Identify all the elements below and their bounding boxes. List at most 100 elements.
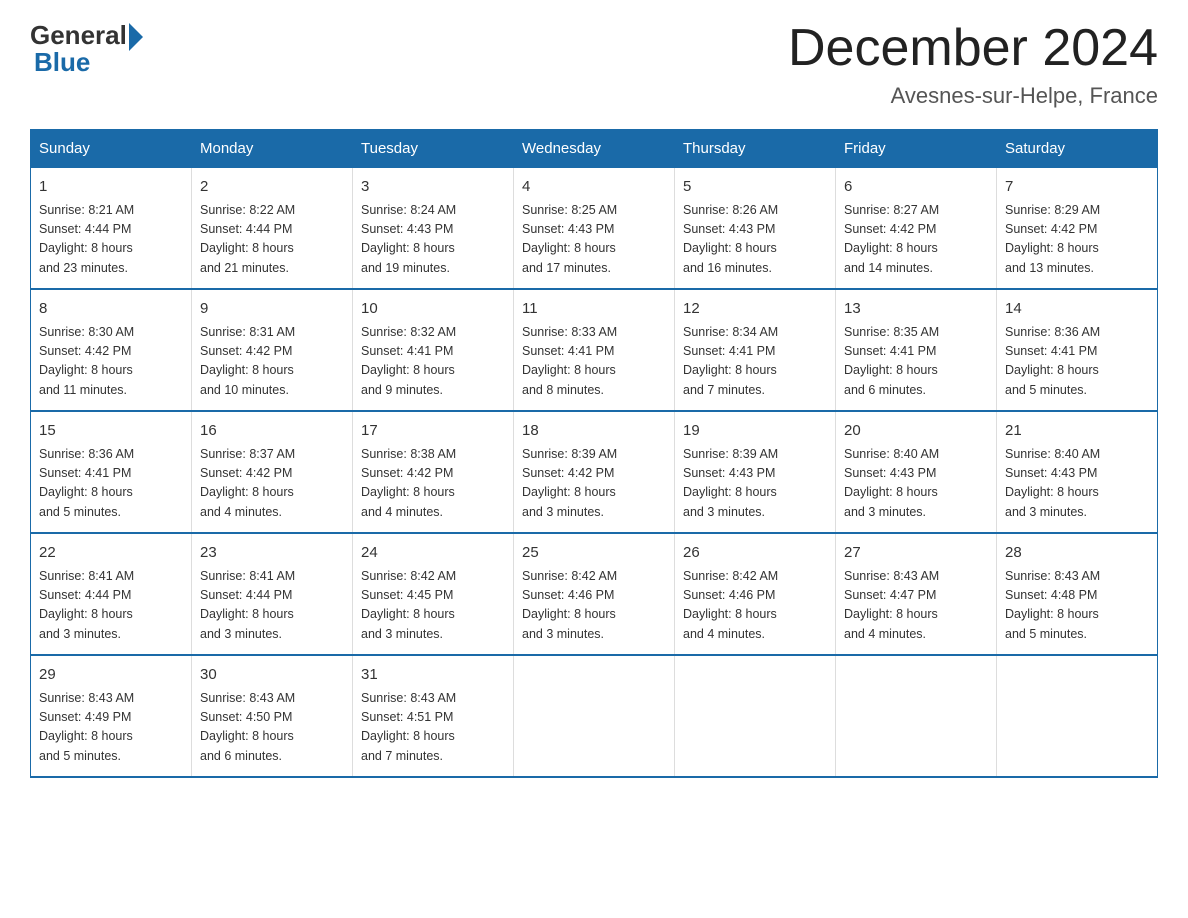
location-subtitle: Avesnes-sur-Helpe, France [788, 83, 1158, 109]
calendar-week-5: 29Sunrise: 8:43 AMSunset: 4:49 PMDayligh… [31, 655, 1158, 777]
day-number: 8 [39, 298, 183, 321]
day-number: 12 [683, 298, 827, 321]
calendar-cell: 5Sunrise: 8:26 AMSunset: 4:43 PMDaylight… [675, 168, 836, 290]
day-info: Sunrise: 8:24 AMSunset: 4:43 PMDaylight:… [361, 201, 505, 279]
calendar-cell: 17Sunrise: 8:38 AMSunset: 4:42 PMDayligh… [353, 411, 514, 533]
calendar-cell [836, 655, 997, 777]
day-info: Sunrise: 8:42 AMSunset: 4:46 PMDaylight:… [522, 567, 666, 645]
calendar-cell: 28Sunrise: 8:43 AMSunset: 4:48 PMDayligh… [997, 533, 1158, 655]
day-info: Sunrise: 8:25 AMSunset: 4:43 PMDaylight:… [522, 201, 666, 279]
day-info: Sunrise: 8:43 AMSunset: 4:50 PMDaylight:… [200, 689, 344, 767]
day-number: 26 [683, 542, 827, 565]
calendar-cell: 20Sunrise: 8:40 AMSunset: 4:43 PMDayligh… [836, 411, 997, 533]
day-number: 2 [200, 176, 344, 199]
day-info: Sunrise: 8:42 AMSunset: 4:46 PMDaylight:… [683, 567, 827, 645]
day-info: Sunrise: 8:39 AMSunset: 4:42 PMDaylight:… [522, 445, 666, 523]
day-info: Sunrise: 8:26 AMSunset: 4:43 PMDaylight:… [683, 201, 827, 279]
day-number: 19 [683, 420, 827, 443]
day-number: 1 [39, 176, 183, 199]
calendar-cell: 15Sunrise: 8:36 AMSunset: 4:41 PMDayligh… [31, 411, 192, 533]
calendar-cell: 19Sunrise: 8:39 AMSunset: 4:43 PMDayligh… [675, 411, 836, 533]
calendar-cell: 1Sunrise: 8:21 AMSunset: 4:44 PMDaylight… [31, 168, 192, 290]
calendar-week-4: 22Sunrise: 8:41 AMSunset: 4:44 PMDayligh… [31, 533, 1158, 655]
calendar-week-2: 8Sunrise: 8:30 AMSunset: 4:42 PMDaylight… [31, 289, 1158, 411]
calendar-cell: 2Sunrise: 8:22 AMSunset: 4:44 PMDaylight… [192, 168, 353, 290]
day-number: 17 [361, 420, 505, 443]
day-number: 31 [361, 664, 505, 687]
day-info: Sunrise: 8:34 AMSunset: 4:41 PMDaylight:… [683, 323, 827, 401]
calendar-cell: 26Sunrise: 8:42 AMSunset: 4:46 PMDayligh… [675, 533, 836, 655]
day-info: Sunrise: 8:40 AMSunset: 4:43 PMDaylight:… [844, 445, 988, 523]
calendar-cell: 25Sunrise: 8:42 AMSunset: 4:46 PMDayligh… [514, 533, 675, 655]
day-info: Sunrise: 8:33 AMSunset: 4:41 PMDaylight:… [522, 323, 666, 401]
day-info: Sunrise: 8:30 AMSunset: 4:42 PMDaylight:… [39, 323, 183, 401]
day-info: Sunrise: 8:22 AMSunset: 4:44 PMDaylight:… [200, 201, 344, 279]
day-info: Sunrise: 8:40 AMSunset: 4:43 PMDaylight:… [1005, 445, 1149, 523]
day-number: 22 [39, 542, 183, 565]
day-info: Sunrise: 8:43 AMSunset: 4:47 PMDaylight:… [844, 567, 988, 645]
column-header-thursday: Thursday [675, 130, 836, 168]
day-info: Sunrise: 8:21 AMSunset: 4:44 PMDaylight:… [39, 201, 183, 279]
column-header-monday: Monday [192, 130, 353, 168]
calendar-cell: 16Sunrise: 8:37 AMSunset: 4:42 PMDayligh… [192, 411, 353, 533]
calendar-cell: 8Sunrise: 8:30 AMSunset: 4:42 PMDaylight… [31, 289, 192, 411]
logo-triangle-icon [129, 23, 143, 51]
day-info: Sunrise: 8:39 AMSunset: 4:43 PMDaylight:… [683, 445, 827, 523]
page-header: General Blue December 2024 Avesnes-sur-H… [30, 20, 1158, 109]
calendar-cell: 13Sunrise: 8:35 AMSunset: 4:41 PMDayligh… [836, 289, 997, 411]
day-number: 27 [844, 542, 988, 565]
day-number: 7 [1005, 176, 1149, 199]
day-number: 11 [522, 298, 666, 321]
calendar-week-3: 15Sunrise: 8:36 AMSunset: 4:41 PMDayligh… [31, 411, 1158, 533]
calendar-cell: 4Sunrise: 8:25 AMSunset: 4:43 PMDaylight… [514, 168, 675, 290]
calendar-cell: 27Sunrise: 8:43 AMSunset: 4:47 PMDayligh… [836, 533, 997, 655]
day-info: Sunrise: 8:43 AMSunset: 4:49 PMDaylight:… [39, 689, 183, 767]
day-number: 4 [522, 176, 666, 199]
calendar-cell: 3Sunrise: 8:24 AMSunset: 4:43 PMDaylight… [353, 168, 514, 290]
day-number: 21 [1005, 420, 1149, 443]
day-info: Sunrise: 8:36 AMSunset: 4:41 PMDaylight:… [39, 445, 183, 523]
logo-blue-text: Blue [34, 47, 90, 78]
day-number: 25 [522, 542, 666, 565]
day-info: Sunrise: 8:41 AMSunset: 4:44 PMDaylight:… [39, 567, 183, 645]
day-number: 10 [361, 298, 505, 321]
calendar-cell: 21Sunrise: 8:40 AMSunset: 4:43 PMDayligh… [997, 411, 1158, 533]
day-info: Sunrise: 8:41 AMSunset: 4:44 PMDaylight:… [200, 567, 344, 645]
calendar-cell: 12Sunrise: 8:34 AMSunset: 4:41 PMDayligh… [675, 289, 836, 411]
day-number: 23 [200, 542, 344, 565]
calendar-cell: 29Sunrise: 8:43 AMSunset: 4:49 PMDayligh… [31, 655, 192, 777]
calendar-cell [675, 655, 836, 777]
day-number: 28 [1005, 542, 1149, 565]
day-number: 24 [361, 542, 505, 565]
day-info: Sunrise: 8:27 AMSunset: 4:42 PMDaylight:… [844, 201, 988, 279]
calendar-cell: 10Sunrise: 8:32 AMSunset: 4:41 PMDayligh… [353, 289, 514, 411]
column-header-wednesday: Wednesday [514, 130, 675, 168]
calendar-cell: 7Sunrise: 8:29 AMSunset: 4:42 PMDaylight… [997, 168, 1158, 290]
day-info: Sunrise: 8:43 AMSunset: 4:48 PMDaylight:… [1005, 567, 1149, 645]
calendar-cell: 23Sunrise: 8:41 AMSunset: 4:44 PMDayligh… [192, 533, 353, 655]
day-info: Sunrise: 8:38 AMSunset: 4:42 PMDaylight:… [361, 445, 505, 523]
calendar-cell [514, 655, 675, 777]
column-header-saturday: Saturday [997, 130, 1158, 168]
day-number: 9 [200, 298, 344, 321]
column-header-friday: Friday [836, 130, 997, 168]
day-number: 5 [683, 176, 827, 199]
day-number: 29 [39, 664, 183, 687]
day-number: 16 [200, 420, 344, 443]
calendar-cell: 18Sunrise: 8:39 AMSunset: 4:42 PMDayligh… [514, 411, 675, 533]
column-header-sunday: Sunday [31, 130, 192, 168]
calendar-cell: 6Sunrise: 8:27 AMSunset: 4:42 PMDaylight… [836, 168, 997, 290]
title-section: December 2024 Avesnes-sur-Helpe, France [788, 20, 1158, 109]
day-number: 13 [844, 298, 988, 321]
calendar-header-row: SundayMondayTuesdayWednesdayThursdayFrid… [31, 130, 1158, 168]
day-info: Sunrise: 8:29 AMSunset: 4:42 PMDaylight:… [1005, 201, 1149, 279]
day-number: 15 [39, 420, 183, 443]
calendar-table: SundayMondayTuesdayWednesdayThursdayFrid… [30, 129, 1158, 778]
calendar-cell: 30Sunrise: 8:43 AMSunset: 4:50 PMDayligh… [192, 655, 353, 777]
calendar-cell: 24Sunrise: 8:42 AMSunset: 4:45 PMDayligh… [353, 533, 514, 655]
calendar-cell: 22Sunrise: 8:41 AMSunset: 4:44 PMDayligh… [31, 533, 192, 655]
day-number: 6 [844, 176, 988, 199]
day-info: Sunrise: 8:43 AMSunset: 4:51 PMDaylight:… [361, 689, 505, 767]
day-number: 18 [522, 420, 666, 443]
logo: General Blue [30, 20, 143, 78]
